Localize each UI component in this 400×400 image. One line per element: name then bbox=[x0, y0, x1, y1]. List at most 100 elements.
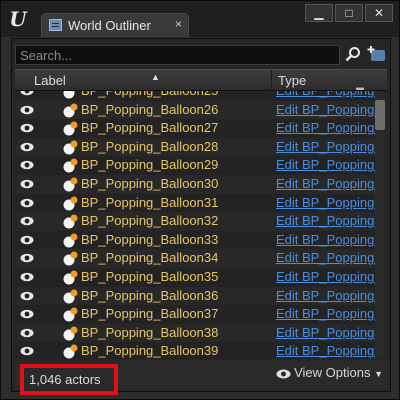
balloon-actor-icon bbox=[63, 103, 78, 118]
balloon-actor-icon bbox=[63, 121, 78, 136]
eye-icon[interactable] bbox=[20, 123, 34, 133]
actor-type-link[interactable]: Edit BP_Popping_ bbox=[276, 102, 375, 117]
search-box[interactable] bbox=[15, 45, 340, 65]
balloon-actor-icon bbox=[63, 214, 78, 229]
actor-label: BP_Popping_Balloon30 bbox=[81, 175, 219, 191]
balloon-actor-icon bbox=[63, 270, 78, 285]
balloon-actor-icon bbox=[63, 233, 78, 248]
tab-title: World Outliner bbox=[68, 18, 151, 33]
actor-label: BP_Popping_Balloon39 bbox=[81, 343, 219, 359]
balloon-actor-icon bbox=[63, 251, 78, 266]
actor-label: BP_Popping_Balloon27 bbox=[81, 120, 219, 136]
minimize-button[interactable]: ▁ bbox=[305, 4, 333, 22]
balloon-actor-icon bbox=[63, 289, 78, 304]
actor-row[interactable]: BP_Popping_Balloon39 Edit BP_Popping_ bbox=[15, 342, 375, 359]
title-bar[interactable]: U World Outliner × ▁ □ ✕ bbox=[1, 1, 399, 37]
vertical-scrollbar[interactable] bbox=[375, 92, 385, 357]
actor-row[interactable]: BP_Popping_Balloon25 Edit BP_Popping_ bbox=[15, 91, 375, 101]
sort-ascending-icon[interactable]: ▲ bbox=[151, 72, 160, 82]
actor-type-link[interactable]: Edit BP_Popping_ bbox=[276, 176, 375, 191]
world-outliner-window: U World Outliner × ▁ □ ✕ Label ▲ Type bbox=[0, 0, 400, 400]
actor-type-link[interactable]: Edit BP_Popping_ bbox=[276, 91, 375, 98]
close-window-button[interactable]: ✕ bbox=[365, 4, 393, 22]
view-options-label: View Options bbox=[294, 365, 371, 380]
chevron-down-icon: ▼ bbox=[374, 369, 383, 379]
actor-row[interactable]: BP_Popping_Balloon27 Edit BP_Popping_ bbox=[15, 119, 375, 138]
actor-row[interactable]: BP_Popping_Balloon36 Edit BP_Popping_ bbox=[15, 286, 375, 306]
search-icon[interactable] bbox=[345, 46, 361, 62]
actor-type-link[interactable]: Edit BP_Popping_ bbox=[276, 213, 375, 228]
column-divider[interactable] bbox=[271, 70, 272, 91]
eye-icon[interactable] bbox=[20, 216, 34, 226]
balloon-actor-icon bbox=[63, 158, 78, 173]
actor-count: 1,046 actors bbox=[29, 372, 101, 387]
balloon-actor-icon bbox=[63, 344, 78, 359]
eye-icon[interactable] bbox=[20, 105, 34, 115]
search-input[interactable] bbox=[16, 46, 339, 64]
actor-row[interactable]: BP_Popping_Balloon34 Edit BP_Popping_ bbox=[15, 249, 375, 268]
tab-world-outliner[interactable]: World Outliner × bbox=[41, 13, 189, 37]
actor-row[interactable]: BP_Popping_Balloon38 Edit BP_Popping_ bbox=[15, 323, 375, 343]
eye-icon[interactable] bbox=[20, 198, 34, 208]
unreal-logo-icon: U bbox=[9, 7, 27, 31]
eye-icon bbox=[276, 369, 291, 379]
actor-row[interactable]: BP_Popping_Balloon31 Edit BP_Popping_ bbox=[15, 193, 375, 213]
eye-icon[interactable] bbox=[20, 346, 34, 356]
actor-row[interactable]: BP_Popping_Balloon35 Edit BP_Popping_ bbox=[15, 267, 375, 287]
actor-label: BP_Popping_Balloon36 bbox=[81, 287, 219, 303]
actor-type-link[interactable]: Edit BP_Popping_ bbox=[276, 306, 375, 321]
actor-type-link[interactable]: Edit BP_Popping_ bbox=[276, 195, 375, 210]
actor-type-link[interactable]: Edit BP_Popping_ bbox=[276, 120, 375, 135]
actor-row[interactable]: BP_Popping_Balloon32 Edit BP_Popping_ bbox=[15, 212, 375, 231]
actor-type-link[interactable]: Edit BP_Popping_ bbox=[276, 157, 375, 172]
eye-icon[interactable] bbox=[20, 309, 34, 319]
actor-label: BP_Popping_Balloon32 bbox=[81, 213, 219, 229]
eye-icon[interactable] bbox=[20, 235, 34, 245]
balloon-actor-icon bbox=[63, 326, 78, 341]
eye-icon[interactable] bbox=[20, 91, 34, 96]
actor-row[interactable]: BP_Popping_Balloon33 Edit BP_Popping_ bbox=[15, 230, 375, 250]
actor-label: BP_Popping_Balloon28 bbox=[81, 138, 219, 154]
balloon-actor-icon bbox=[63, 196, 78, 211]
actor-label: BP_Popping_Balloon37 bbox=[81, 306, 219, 322]
actor-row[interactable]: BP_Popping_Balloon37 Edit BP_Popping_ bbox=[15, 305, 375, 324]
actor-row[interactable]: BP_Popping_Balloon29 Edit BP_Popping_ bbox=[15, 156, 375, 175]
maximize-button[interactable]: □ bbox=[335, 4, 363, 22]
actor-label: BP_Popping_Balloon26 bbox=[81, 101, 219, 117]
actor-type-link[interactable]: Edit BP_Popping_ bbox=[276, 325, 375, 340]
actor-count-highlight: 1,046 actors bbox=[20, 364, 118, 395]
tab-close-button[interactable]: × bbox=[175, 17, 182, 31]
column-type-header[interactable]: Type bbox=[278, 73, 306, 88]
actor-type-link[interactable]: Edit BP_Popping_ bbox=[276, 269, 375, 284]
actor-label: BP_Popping_Balloon29 bbox=[81, 157, 219, 173]
add-settings-icon[interactable] bbox=[367, 45, 387, 63]
actor-row[interactable]: BP_Popping_Balloon28 Edit BP_Popping_ bbox=[15, 137, 375, 157]
window-controls: ▁ □ ✕ bbox=[305, 4, 395, 22]
view-options-button[interactable]: View Options ▼ bbox=[276, 365, 383, 380]
scrollbar-thumb[interactable] bbox=[375, 100, 385, 130]
eye-icon[interactable] bbox=[20, 160, 34, 170]
actor-type-link[interactable]: Edit BP_Popping_ bbox=[276, 139, 375, 154]
eye-icon[interactable] bbox=[20, 328, 34, 338]
actor-label: BP_Popping_Balloon38 bbox=[81, 324, 219, 340]
actor-type-link[interactable]: Edit BP_Popping_ bbox=[276, 232, 375, 247]
column-label-header[interactable]: Label bbox=[34, 73, 66, 88]
actor-row[interactable]: BP_Popping_Balloon26 Edit BP_Popping_ bbox=[15, 100, 375, 120]
eye-icon[interactable] bbox=[20, 291, 34, 301]
outliner-panel: Label ▲ Type ▬ BP_Popping_Balloon25 Edit … bbox=[11, 38, 391, 395]
actor-label: BP_Popping_Balloon31 bbox=[81, 194, 219, 210]
actor-type-link[interactable]: Edit BP_Popping_ bbox=[276, 288, 375, 303]
actor-row[interactable]: BP_Popping_Balloon30 Edit BP_Popping_ bbox=[15, 174, 375, 194]
status-footer: 1,046 actors View Options ▼ bbox=[15, 361, 387, 395]
actor-label: BP_Popping_Balloon34 bbox=[81, 250, 219, 266]
balloon-actor-icon bbox=[63, 307, 78, 322]
eye-icon[interactable] bbox=[20, 272, 34, 282]
eye-icon[interactable] bbox=[20, 253, 34, 263]
eye-icon[interactable] bbox=[20, 142, 34, 152]
balloon-actor-icon bbox=[63, 140, 78, 155]
outliner-list-icon bbox=[49, 19, 62, 31]
eye-icon[interactable] bbox=[20, 179, 34, 189]
actor-label: BP_Popping_Balloon35 bbox=[81, 268, 219, 284]
actor-type-link[interactable]: Edit BP_Popping_ bbox=[276, 343, 375, 358]
actor-type-link[interactable]: Edit BP_Popping_ bbox=[276, 250, 375, 265]
